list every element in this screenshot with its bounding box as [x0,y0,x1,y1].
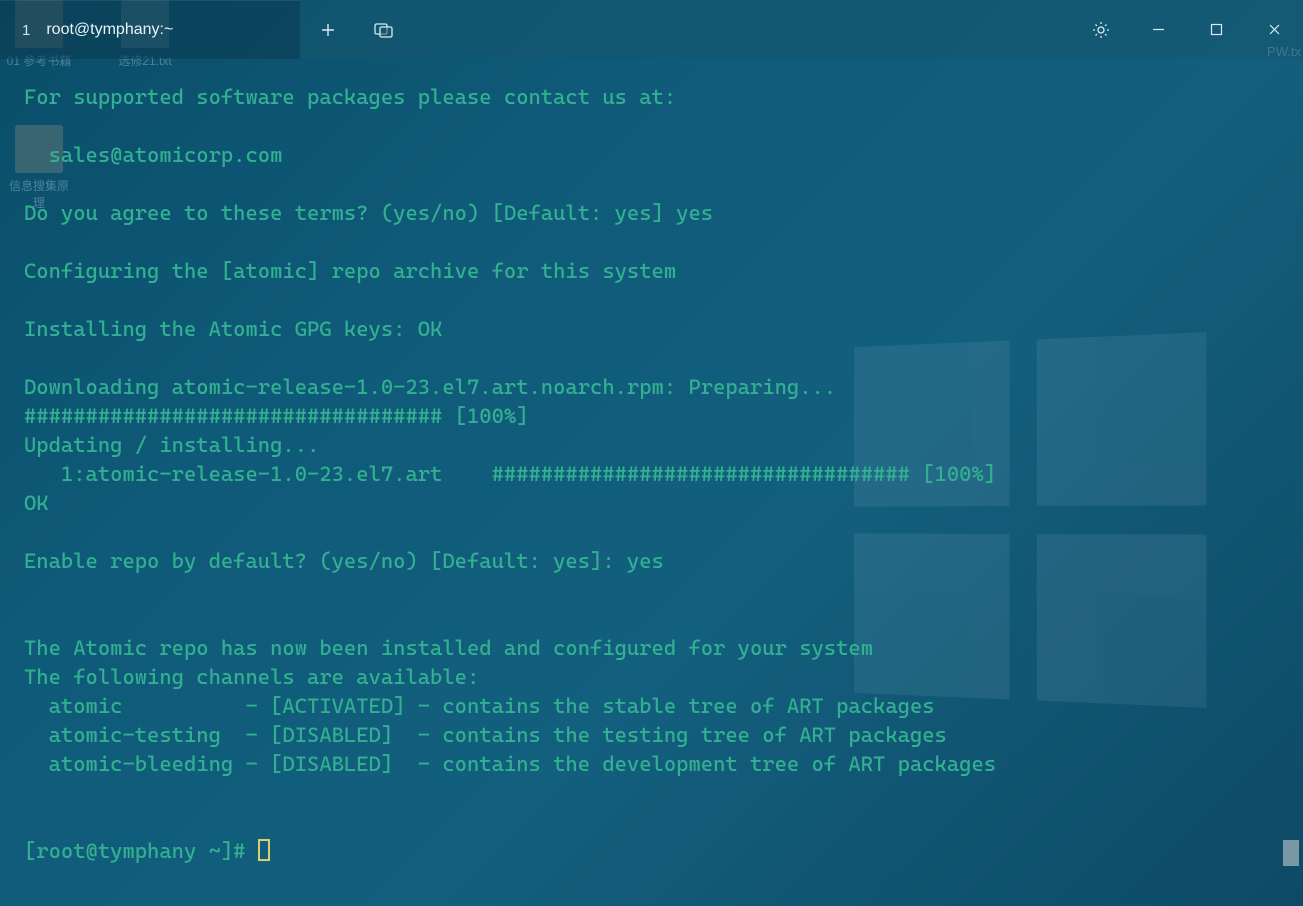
minimize-icon [1152,23,1165,36]
tab-index: 1 [22,22,30,39]
plus-icon [320,22,336,38]
window-titlebar: 1 root@tymphany:~ [0,0,1303,59]
close-icon [1268,23,1281,36]
terminal-tab[interactable]: 1 root@tymphany:~ [0,0,300,59]
terminal-text: For supported software packages please c… [24,85,1033,776]
terminal-cursor [258,839,270,861]
maximize-button[interactable] [1187,23,1245,36]
minimize-button[interactable] [1129,23,1187,36]
tab-dropdown-button[interactable] [356,0,412,59]
maximize-icon [1210,23,1223,36]
tab-title: root@tymphany:~ [46,21,173,39]
tab-strip [300,0,1303,59]
new-tab-button[interactable] [300,0,356,59]
terminal-prompt: [root@tymphany ~]# [24,839,258,863]
close-button[interactable] [1245,23,1303,36]
terminal-output[interactable]: For supported software packages please c… [0,59,1303,866]
settings-button[interactable] [1073,20,1129,40]
gear-icon [1091,20,1111,40]
scrollbar-thumb[interactable] [1283,840,1299,866]
split-pane-icon [374,22,394,38]
